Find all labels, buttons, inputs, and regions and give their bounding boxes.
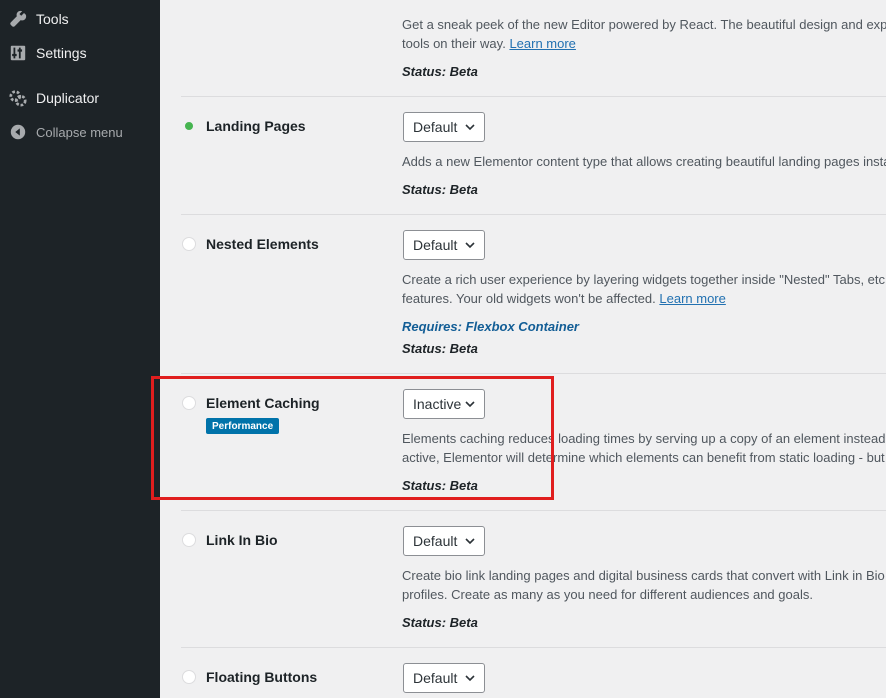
learn-more-link[interactable]: Learn more	[509, 36, 575, 51]
select-value: Default	[413, 670, 458, 686]
chevron-down-icon	[465, 538, 475, 545]
feature-state-select[interactable]: Inactive	[403, 389, 485, 419]
duplicator-gear-icon	[9, 89, 27, 107]
sidebar-item-duplicator[interactable]: Duplicator	[0, 81, 160, 115]
feature-status: Status: Beta	[402, 615, 478, 630]
status-dot	[182, 670, 196, 684]
row-divider	[181, 373, 886, 374]
feature-state-select[interactable]: Default	[403, 663, 485, 693]
status-dot-active	[182, 119, 196, 133]
feature-name: Landing Pages	[206, 118, 306, 134]
sidebar-item-label: Duplicator	[36, 90, 100, 106]
settings-sliders-icon	[9, 44, 27, 62]
feature-name: Element Caching	[206, 395, 320, 411]
chevron-down-icon	[465, 124, 475, 131]
row-divider	[181, 510, 886, 511]
status-dot	[182, 396, 196, 410]
feature-status: Status: Beta	[402, 341, 478, 356]
sidebar-item-label: Settings	[36, 45, 87, 61]
feature-name: Link In Bio	[206, 532, 278, 548]
row-divider	[181, 96, 886, 97]
select-value: Default	[413, 119, 458, 135]
feature-description: Get a sneak peek of the new Editor power…	[402, 17, 886, 51]
feature-name: Floating Buttons	[206, 669, 318, 685]
feature-description: Create bio link landing pages and digita…	[402, 568, 886, 602]
row-divider	[181, 214, 886, 215]
learn-more-link[interactable]: Learn more	[659, 291, 725, 306]
feature-state-select[interactable]: Default	[403, 230, 485, 260]
sidebar-item-label: Tools	[36, 11, 69, 27]
feature-status: Status: Beta	[402, 478, 478, 493]
collapse-arrow-icon	[9, 123, 27, 141]
feature-name: Nested Elements	[206, 236, 319, 252]
admin-sidebar: Tools Settings Duplicator Collapse menu	[0, 0, 160, 698]
feature-state-select[interactable]: Default	[403, 112, 485, 142]
collapse-menu-button[interactable]: Collapse menu	[0, 115, 160, 149]
status-dot	[182, 533, 196, 547]
row-divider	[181, 647, 886, 648]
sidebar-item-label: Collapse menu	[36, 124, 123, 140]
feature-requires[interactable]: Requires: Flexbox Container	[402, 319, 579, 334]
select-value: Default	[413, 533, 458, 549]
select-value: Inactive	[413, 396, 462, 412]
feature-description: Adds a new Elementor content type that a…	[402, 154, 886, 169]
feature-state-select[interactable]: Default	[403, 526, 485, 556]
feature-description: Create a rich user experience by layerin…	[402, 272, 886, 306]
wrench-icon	[9, 10, 27, 28]
status-dot	[182, 237, 196, 251]
sidebar-item-tools[interactable]: Tools	[0, 2, 160, 36]
feature-description: Elements caching reduces loading times b…	[402, 431, 886, 465]
performance-badge: Performance	[206, 418, 280, 434]
sidebar-item-settings[interactable]: Settings	[0, 36, 160, 70]
chevron-down-icon	[465, 675, 475, 682]
feature-status: Status: Beta	[402, 182, 478, 197]
select-value: Default	[413, 237, 458, 253]
experiments-list: Get a sneak peek of the new Editor power…	[160, 0, 886, 698]
feature-status: Status: Beta	[402, 64, 478, 79]
chevron-down-icon	[465, 242, 475, 249]
chevron-down-icon	[465, 401, 475, 408]
